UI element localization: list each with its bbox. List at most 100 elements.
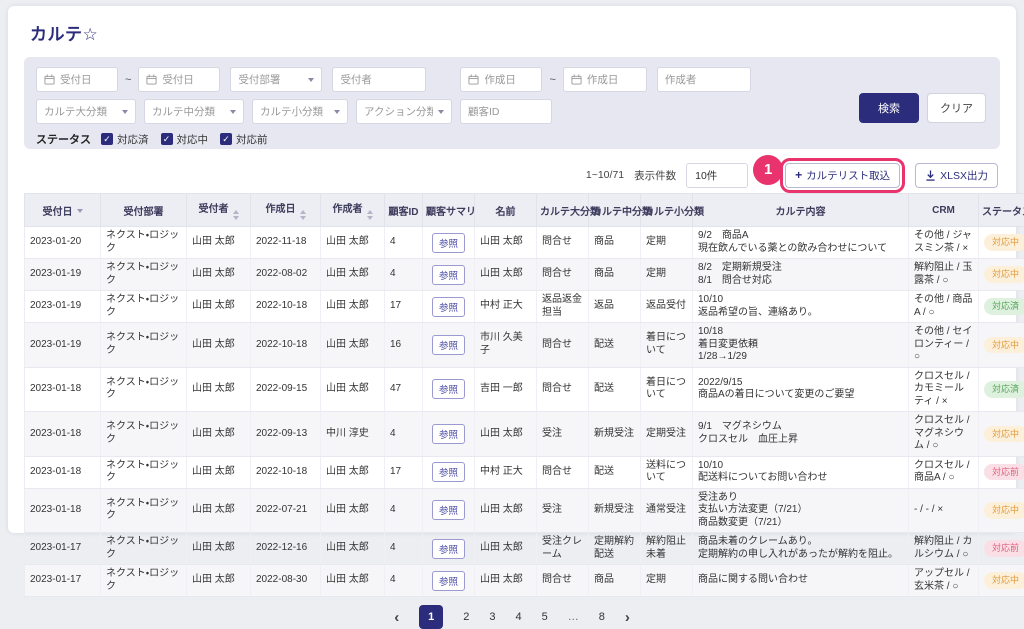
- cell-karte-mid: 新規受注: [589, 412, 641, 457]
- karte-large-category-select[interactable]: カルテ大分類: [36, 99, 136, 124]
- cell-created-date: 2022-12-16: [251, 533, 321, 565]
- cell-receptionist: 山田 太郎: [187, 456, 251, 488]
- customer-summary-link[interactable]: 参照: [432, 265, 465, 285]
- cell-created-date: 2022-10-18: [251, 291, 321, 323]
- reception-person-input[interactable]: 受付者: [332, 67, 426, 92]
- karte-mid-category-select[interactable]: カルテ中分類: [144, 99, 244, 124]
- page-button-5[interactable]: 5: [542, 611, 548, 623]
- annotation-step-badge: 1: [753, 155, 783, 185]
- cell-name: 山田 太郎: [475, 412, 537, 457]
- cell-reception-date: 2023-01-17: [25, 533, 101, 565]
- cell-karte-large: 問合せ: [537, 565, 589, 597]
- cell-receptionist: 山田 太郎: [187, 291, 251, 323]
- header-reception-date[interactable]: 受付日: [25, 194, 101, 227]
- cell-receptionist: 山田 太郎: [187, 259, 251, 291]
- cell-reception-date: 2023-01-19: [25, 259, 101, 291]
- created-person-input[interactable]: 作成者: [657, 67, 751, 92]
- cell-karte-mid: 定期解約配送: [589, 533, 641, 565]
- xlsx-export-button[interactable]: XLSX出力: [915, 163, 998, 188]
- header-author[interactable]: 作成者: [321, 194, 385, 227]
- cell-name: 中村 正大: [475, 291, 537, 323]
- status-badge: 対応中: [984, 426, 1024, 443]
- created-date-to-input[interactable]: 作成日: [563, 67, 647, 92]
- reception-dept-select[interactable]: 受付部署: [230, 67, 322, 92]
- cell-karte-content: 商品未着のクレームあり。 定期解約の申し入れがあったが解約を阻止。: [693, 533, 909, 565]
- header-name: 名前: [475, 194, 537, 227]
- clear-button[interactable]: クリア: [927, 93, 986, 123]
- customer-summary-link[interactable]: 参照: [432, 297, 465, 317]
- cell-reception-dept: ネクスト・ロジック: [101, 291, 187, 323]
- page-button-8[interactable]: 8: [599, 611, 605, 623]
- page-button-2[interactable]: 2: [463, 611, 469, 623]
- reception-date-from-input[interactable]: 受付日: [36, 67, 118, 92]
- cell-author: 山田 太郎: [321, 323, 385, 368]
- customer-summary-link[interactable]: 参照: [432, 233, 465, 253]
- cell-karte-content: 8/2 定期新規受注 8/1 問合せ対応: [693, 259, 909, 291]
- import-karte-list-button[interactable]: + カルテリスト取込: [785, 163, 900, 188]
- cell-author: 山田 太郎: [321, 488, 385, 533]
- customer-summary-link[interactable]: 参照: [432, 500, 465, 520]
- cell-karte-large: 受注クレーム: [537, 533, 589, 565]
- header-created-date[interactable]: 作成日: [251, 194, 321, 227]
- page-button-3[interactable]: 3: [489, 611, 495, 623]
- action-category-select[interactable]: アクション分類: [356, 99, 452, 124]
- status-filter-label: ステータス: [36, 131, 91, 147]
- customer-id-input[interactable]: 顧客ID: [460, 99, 552, 124]
- prev-page-button[interactable]: ‹: [394, 610, 399, 625]
- cell-karte-content: 9/1 マグネシウム クロスセル 血圧上昇: [693, 412, 909, 457]
- header-label: カルテ大分類: [540, 207, 600, 218]
- header-receptionist[interactable]: 受付者: [187, 194, 251, 227]
- cell-karte-content: 受注あり 支払い方法変更（7/21） 商品数変更（7/21）: [693, 488, 909, 533]
- table-row: 2023-01-18ネクスト・ロジック山田 太郎2022-07-21山田 太郎4…: [25, 488, 1024, 533]
- reception-date-to-input[interactable]: 受付日: [138, 67, 220, 92]
- header-label: 名前: [496, 207, 516, 218]
- filter-row-1: 受付日 ~ 受付日 受付部署 受付者 作成日 ~ 作成日: [36, 67, 988, 92]
- cell-receptionist: 山田 太郎: [187, 412, 251, 457]
- cell-customer-summary: 参照: [423, 565, 475, 597]
- page-size-label: 表示件数: [634, 168, 676, 183]
- table-row: 2023-01-18ネクスト・ロジック山田 太郎2022-09-15山田 太郎4…: [25, 367, 1024, 412]
- next-page-button[interactable]: ›: [625, 610, 630, 625]
- customer-summary-link[interactable]: 参照: [432, 335, 465, 355]
- cell-customer-summary: 参照: [423, 412, 475, 457]
- page-button-4[interactable]: 4: [515, 611, 521, 623]
- karte-small-category-select[interactable]: カルテ小分類: [252, 99, 348, 124]
- search-button[interactable]: 検索: [859, 93, 919, 123]
- created-date-from-input[interactable]: 作成日: [460, 67, 542, 92]
- cell-customer-id: 4: [385, 565, 423, 597]
- cell-crm: クロスセル / カモミールティ / ×: [909, 367, 979, 412]
- header-status: ステータス: [979, 194, 1024, 227]
- cell-customer-summary: 参照: [423, 259, 475, 291]
- page-button-1[interactable]: 1: [419, 605, 443, 629]
- header-label: 受付部署: [124, 207, 164, 218]
- customer-summary-link[interactable]: 参照: [432, 379, 465, 399]
- page-size-select[interactable]: 10件: [686, 163, 748, 188]
- status-checkbox-doing[interactable]: ✓ 対応中: [161, 132, 209, 147]
- customer-summary-link[interactable]: 参照: [432, 462, 465, 482]
- cell-customer-id: 17: [385, 456, 423, 488]
- status-checkbox-before-label: 対応前: [236, 132, 268, 147]
- table-row: 2023-01-17ネクスト・ロジック山田 太郎2022-08-30山田 太郎4…: [25, 565, 1024, 597]
- customer-summary-link[interactable]: 参照: [432, 424, 465, 444]
- page-title: カルテ☆: [30, 20, 1000, 45]
- header-label: 作成者: [333, 204, 363, 215]
- customer-summary-link[interactable]: 参照: [432, 539, 465, 559]
- cell-customer-id: 4: [385, 488, 423, 533]
- table-row: 2023-01-18ネクスト・ロジック山田 太郎2022-10-18山田 太郎1…: [25, 456, 1024, 488]
- cell-crm: アップセル / 玄米茶 / ○: [909, 565, 979, 597]
- header-reception-dept: 受付部署: [101, 194, 187, 227]
- cell-reception-date: 2023-01-18: [25, 488, 101, 533]
- cell-crm: その他 / 商品A / ○: [909, 291, 979, 323]
- pagination: ‹ 1 2 3 4 5 … 8 ›: [24, 605, 1000, 629]
- table-row: 2023-01-19ネクスト・ロジック山田 太郎2022-10-18山田 太郎1…: [25, 323, 1024, 368]
- chevron-down-icon: [308, 78, 314, 82]
- cell-karte-large: 問合せ: [537, 323, 589, 368]
- karte-page-card: カルテ☆ 受付日 ~ 受付日 受付部署 受付者 作成日 ~: [8, 6, 1016, 533]
- cell-reception-date: 2023-01-18: [25, 367, 101, 412]
- header-karte-large: カルテ大分類: [537, 194, 589, 227]
- cell-crm: 解約阻止 / カルシウム / ○: [909, 533, 979, 565]
- status-checkbox-before[interactable]: ✓ 対応前: [220, 132, 268, 147]
- cell-crm: その他 / ジャスミン茶 / ×: [909, 227, 979, 259]
- status-checkbox-done[interactable]: ✓ 対応済: [101, 132, 149, 147]
- customer-summary-link[interactable]: 参照: [432, 571, 465, 591]
